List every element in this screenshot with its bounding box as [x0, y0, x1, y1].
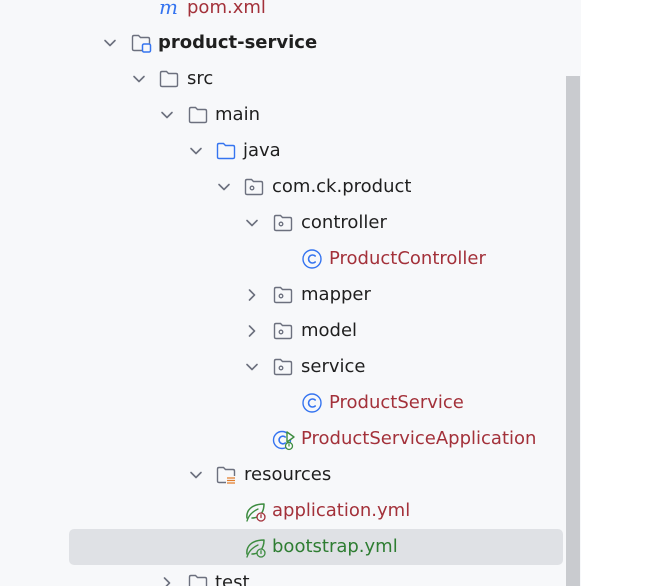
package-icon: [272, 212, 294, 234]
tree-row-controller[interactable]: controller: [0, 205, 566, 241]
chevron-down-icon[interactable]: [243, 214, 261, 232]
package-icon: [272, 320, 294, 342]
tree-row-label: ProductService: [329, 392, 464, 413]
spring-boot-application-icon: [272, 428, 295, 451]
tree-row-label: main: [215, 104, 260, 125]
tree-row-label: src: [187, 68, 214, 89]
spring-config-icon: [244, 536, 266, 558]
chevron-down-icon[interactable]: [187, 142, 205, 160]
tree-row-label: java: [243, 140, 281, 161]
chevron-down-icon[interactable]: [215, 178, 233, 196]
tree-row-model[interactable]: model: [0, 313, 566, 349]
tree-row-product-controller[interactable]: ProductController: [0, 241, 566, 277]
tree-row-product-service-application[interactable]: ProductServiceApplication: [0, 421, 566, 457]
empty-area: [581, 0, 646, 586]
tree-row-label: model: [301, 320, 358, 341]
maven-icon: m: [158, 0, 180, 19]
tree-row-java[interactable]: java: [0, 133, 566, 169]
tree-row-label: test: [215, 572, 250, 586]
tree-row-application-yml[interactable]: application.yml: [0, 493, 566, 529]
package-icon: [243, 176, 265, 198]
source-root-icon: [215, 140, 237, 162]
chevron-right-icon[interactable]: [243, 286, 261, 304]
tree-row-resources[interactable]: resources: [0, 457, 566, 493]
chevron-down-icon[interactable]: [101, 34, 119, 52]
chevron-down-icon[interactable]: [130, 70, 148, 88]
chevron-right-icon[interactable]: [243, 322, 261, 340]
chevron-down-icon[interactable]: [158, 106, 176, 124]
svg-text:m: m: [159, 0, 178, 19]
tree-row-mapper[interactable]: mapper: [0, 277, 566, 313]
tree-row-label: service: [301, 356, 366, 377]
folder-icon: [158, 68, 180, 90]
module-folder-icon: [130, 32, 152, 54]
folder-icon: [187, 104, 209, 126]
tree-row-label: product-service: [158, 32, 318, 53]
package-icon: [272, 356, 294, 378]
tree-row-label: mapper: [301, 284, 371, 305]
tree-row-label: ProductController: [329, 248, 486, 269]
class-icon: [301, 392, 323, 414]
spring-config-icon: [244, 500, 266, 522]
tree-row-product-service-class[interactable]: ProductService: [0, 385, 566, 421]
chevron-right-icon[interactable]: [158, 574, 176, 586]
package-icon: [272, 284, 294, 306]
project-tree-panel: m pom.xml product-service src main java …: [0, 0, 581, 586]
tree-row-service[interactable]: service: [0, 349, 566, 385]
tree-row-test[interactable]: test: [0, 565, 566, 586]
tree-row-label: resources: [244, 464, 332, 485]
class-icon: [301, 248, 323, 270]
tree-row-package-com-ck-product[interactable]: com.ck.product: [0, 169, 566, 205]
tree-row-label: bootstrap.yml: [272, 536, 398, 557]
tree-row-label: ProductServiceApplication: [301, 428, 537, 449]
tree-row-label: com.ck.product: [272, 176, 412, 197]
tree-row-label: controller: [301, 212, 387, 233]
chevron-down-icon[interactable]: [243, 358, 261, 376]
chevron-down-icon[interactable]: [187, 466, 205, 484]
tree-row-bootstrap-yml[interactable]: bootstrap.yml: [0, 529, 566, 565]
tree-row-label: pom.xml: [187, 0, 266, 18]
scrollbar-thumb[interactable]: [566, 76, 580, 586]
tree-row-pom-xml[interactable]: m pom.xml: [0, 0, 566, 26]
tree-row-product-service[interactable]: product-service: [0, 25, 566, 61]
tree-row-label: application.yml: [272, 500, 411, 521]
resources-root-icon: [215, 464, 237, 486]
tree-row-src[interactable]: src: [0, 61, 566, 97]
tree-row-main[interactable]: main: [0, 97, 566, 133]
folder-icon: [187, 572, 209, 586]
